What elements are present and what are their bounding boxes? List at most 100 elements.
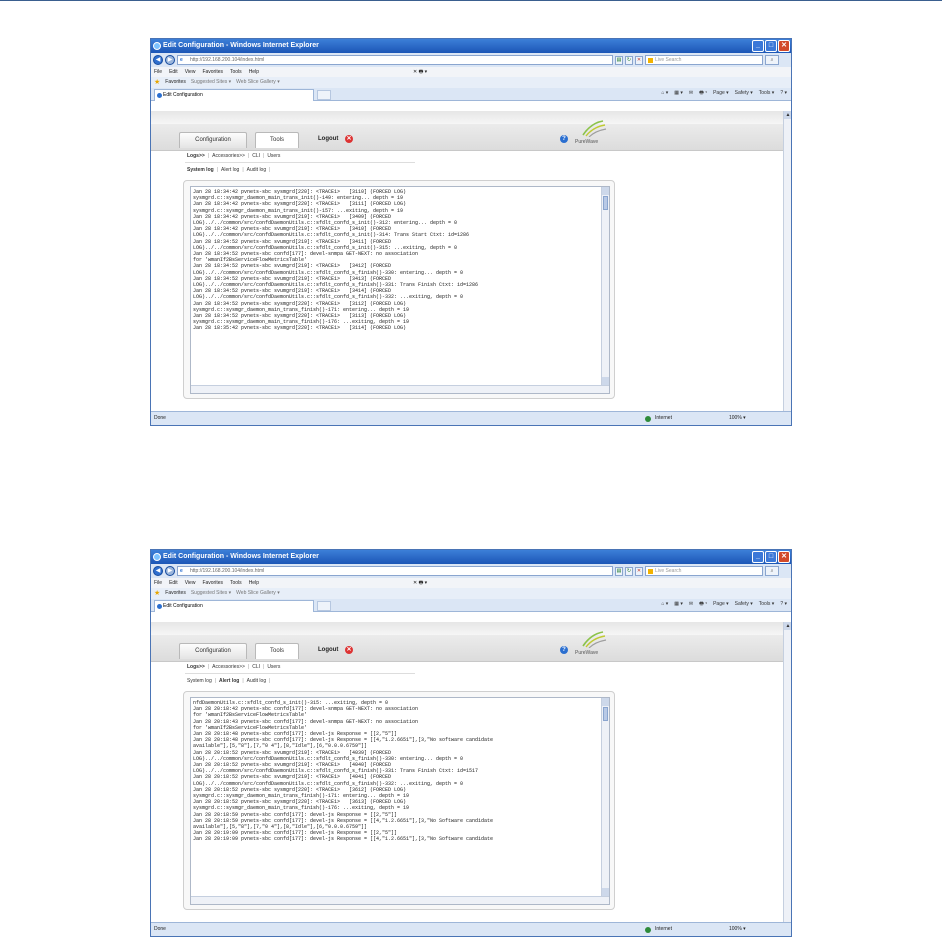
menu-help[interactable]: Help bbox=[249, 578, 259, 588]
maximize-button[interactable]: □ bbox=[765, 40, 777, 52]
menu-favorites[interactable]: Favorites bbox=[202, 67, 223, 77]
web-slice-gallery-link[interactable]: Web Slice Gallery ▾ bbox=[236, 588, 280, 599]
menu-view[interactable]: View bbox=[185, 578, 196, 588]
page-menu[interactable]: Page ▾ bbox=[713, 90, 729, 98]
system-log-link[interactable]: System log bbox=[187, 678, 212, 684]
back-button[interactable]: ◀ bbox=[153, 55, 163, 65]
forward-button[interactable]: ▶ bbox=[165, 566, 175, 576]
search-button[interactable]: ⌕ bbox=[765, 566, 779, 576]
close-button[interactable]: ✕ bbox=[778, 40, 790, 52]
print-icon[interactable]: 🖶 ▾ bbox=[699, 90, 707, 98]
subnav-logs[interactable]: Logs>> bbox=[187, 664, 205, 670]
log-vertical-scrollbar[interactable] bbox=[601, 698, 609, 896]
forward-button[interactable]: ▶ bbox=[165, 55, 175, 65]
log-textarea[interactable]: Jan 28 18:34:42 pvnets-sbc sysmgrd[220]:… bbox=[190, 186, 610, 394]
window-titlebar[interactable]: Edit Configuration - Windows Internet Ex… bbox=[151, 550, 791, 564]
minimize-button[interactable]: _ bbox=[752, 551, 764, 563]
print-icon[interactable]: 🖶 ▾ bbox=[699, 601, 707, 609]
help-menu[interactable]: ? ▾ bbox=[780, 90, 787, 98]
audit-log-link[interactable]: Audit log bbox=[247, 167, 266, 173]
alert-log-link[interactable]: Alert log bbox=[221, 167, 239, 173]
refresh-button[interactable]: ↻ bbox=[625, 55, 633, 65]
subnav-cli[interactable]: CLI bbox=[252, 153, 260, 159]
menu-tools[interactable]: Tools bbox=[230, 578, 242, 588]
safety-menu[interactable]: Safety ▾ bbox=[735, 90, 753, 98]
log-scroll-down-arrow[interactable] bbox=[602, 888, 609, 896]
menu-edit[interactable]: Edit bbox=[169, 578, 178, 588]
log-textarea[interactable]: nfdDaemonUtils.c::sfdlt_confd_s_init()-3… bbox=[190, 697, 610, 905]
zoom-level[interactable]: 100% ▾ bbox=[729, 412, 746, 425]
home-icon[interactable]: ⌂ ▾ bbox=[661, 90, 668, 98]
help-icon[interactable]: ? bbox=[560, 135, 568, 143]
page-vertical-scrollbar[interactable]: ▲ bbox=[783, 622, 791, 924]
tab-configuration[interactable]: Configuration bbox=[179, 132, 247, 148]
page-menu[interactable]: Page ▾ bbox=[713, 601, 729, 609]
web-slice-gallery-link[interactable]: Web Slice Gallery ▾ bbox=[236, 77, 280, 88]
menu-tools[interactable]: Tools bbox=[230, 67, 242, 77]
tools-menu[interactable]: Tools ▾ bbox=[759, 601, 775, 609]
logout-link[interactable]: Logout bbox=[318, 136, 338, 142]
stop-button[interactable]: ✕ bbox=[635, 566, 643, 576]
subnav-accessories[interactable]: Accessories>> bbox=[212, 664, 245, 670]
log-scroll-down-arrow[interactable] bbox=[602, 377, 609, 385]
audit-log-link[interactable]: Audit log bbox=[247, 678, 266, 684]
system-log-link[interactable]: System log bbox=[187, 167, 214, 173]
new-tab-button[interactable] bbox=[317, 601, 331, 611]
page-scroll-up-arrow[interactable]: ▲ bbox=[784, 622, 791, 630]
zoom-level[interactable]: 100% ▾ bbox=[729, 923, 746, 936]
browser-tab[interactable]: Edit Configuration bbox=[154, 89, 314, 101]
alert-log-link[interactable]: Alert log bbox=[219, 678, 239, 684]
refresh-button[interactable]: ↻ bbox=[625, 566, 633, 576]
subnav-users[interactable]: Users bbox=[267, 664, 280, 670]
menu-extra-icons[interactable]: ✕ 🖶 ▾ bbox=[413, 578, 427, 588]
mail-icon[interactable]: ✉ bbox=[689, 90, 693, 98]
suggested-sites-link[interactable]: Suggested Sites ▾ bbox=[191, 588, 231, 599]
log-scroll-up-arrow[interactable] bbox=[602, 187, 609, 195]
close-button[interactable]: ✕ bbox=[778, 551, 790, 563]
search-input[interactable]: Live Search bbox=[645, 566, 763, 576]
help-menu[interactable]: ? ▾ bbox=[780, 601, 787, 609]
address-bar[interactable]: http://192.168.200.104/index.html bbox=[177, 55, 613, 65]
tab-tools[interactable]: Tools bbox=[255, 132, 299, 148]
new-tab-button[interactable] bbox=[317, 90, 331, 100]
page-scroll-up-arrow[interactable]: ▲ bbox=[784, 111, 791, 119]
suggested-sites-link[interactable]: Suggested Sites ▾ bbox=[191, 77, 231, 88]
subnav-accessories[interactable]: Accessories>> bbox=[212, 153, 245, 159]
search-button[interactable]: ⌕ bbox=[765, 55, 779, 65]
home-icon[interactable]: ⌂ ▾ bbox=[661, 601, 668, 609]
log-scroll-up-arrow[interactable] bbox=[602, 698, 609, 706]
menu-help[interactable]: Help bbox=[249, 67, 259, 77]
subnav-cli[interactable]: CLI bbox=[252, 664, 260, 670]
window-titlebar[interactable]: Edit Configuration - Windows Internet Ex… bbox=[151, 39, 791, 53]
log-scroll-thumb[interactable] bbox=[603, 196, 608, 210]
log-vertical-scrollbar[interactable] bbox=[601, 187, 609, 385]
compat-view-button[interactable]: ▤ bbox=[615, 55, 623, 65]
menu-file[interactable]: File bbox=[154, 67, 162, 77]
tab-configuration[interactable]: Configuration bbox=[179, 643, 247, 659]
favorites-button[interactable]: Favorites bbox=[165, 77, 186, 88]
tools-menu[interactable]: Tools ▾ bbox=[759, 90, 775, 98]
subnav-logs[interactable]: Logs>> bbox=[187, 153, 205, 159]
minimize-button[interactable]: _ bbox=[752, 40, 764, 52]
menu-file[interactable]: File bbox=[154, 578, 162, 588]
address-bar[interactable]: http://192.168.200.104/index.html bbox=[177, 566, 613, 576]
search-input[interactable]: Live Search bbox=[645, 55, 763, 65]
maximize-button[interactable]: □ bbox=[765, 551, 777, 563]
subnav-users[interactable]: Users bbox=[267, 153, 280, 159]
log-horizontal-scrollbar[interactable] bbox=[191, 385, 609, 393]
safety-menu[interactable]: Safety ▾ bbox=[735, 601, 753, 609]
logout-link[interactable]: Logout bbox=[318, 647, 338, 653]
mail-icon[interactable]: ✉ bbox=[689, 601, 693, 609]
back-button[interactable]: ◀ bbox=[153, 566, 163, 576]
tab-tools[interactable]: Tools bbox=[255, 643, 299, 659]
log-horizontal-scrollbar[interactable] bbox=[191, 896, 609, 904]
menu-view[interactable]: View bbox=[185, 67, 196, 77]
logout-x-icon[interactable]: ✕ bbox=[345, 646, 353, 654]
help-icon[interactable]: ? bbox=[560, 646, 568, 654]
favorites-button[interactable]: Favorites bbox=[165, 588, 186, 599]
menu-favorites[interactable]: Favorites bbox=[202, 578, 223, 588]
compat-view-button[interactable]: ▤ bbox=[615, 566, 623, 576]
log-scroll-thumb[interactable] bbox=[603, 707, 608, 721]
logout-x-icon[interactable]: ✕ bbox=[345, 135, 353, 143]
page-vertical-scrollbar[interactable]: ▲ bbox=[783, 111, 791, 413]
